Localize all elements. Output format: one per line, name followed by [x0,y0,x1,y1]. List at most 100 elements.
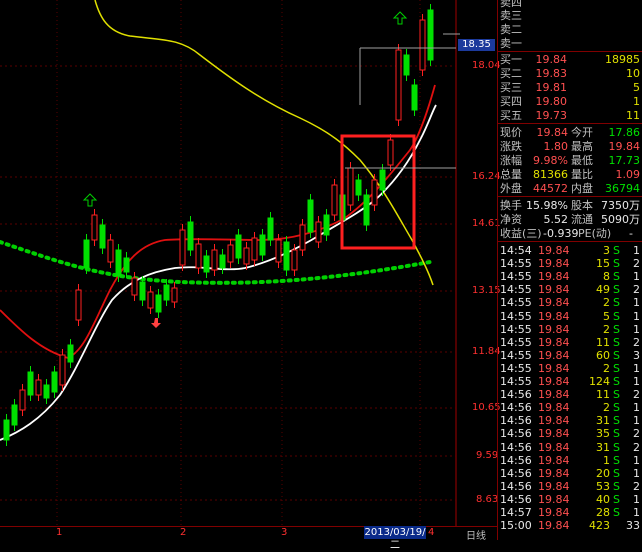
tick-cell-v: 40 [596,492,610,506]
tick-cell-t: 14:57 [500,506,532,519]
tick-cell-p: 19.84 [538,283,570,297]
tick-row[interactable]: 14:55 19.84 11 S 2 [498,336,642,349]
tick-row[interactable]: 14:55 19.84 2 S 1 [498,362,642,375]
candle-body [179,229,186,266]
date-highlight: 2013/03/19/二 [364,526,426,551]
tick-cell-v: 3 [603,244,610,257]
tick-row[interactable]: 14:56 19.84 1 S 1 [498,454,642,467]
candle-body [187,221,194,251]
tick-cell-d: S [613,401,620,415]
red-ma-line [0,84,436,359]
tick-row[interactable]: 14:55 19.84 8 S 1 [498,270,642,283]
tick-row[interactable]: 14:55 19.84 2 S 1 [498,323,642,336]
tick-cell-p: 19.84 [538,506,570,519]
candle-body [131,277,138,296]
candle-body [211,249,218,271]
tick-row[interactable]: 14:55 19.84 49 S 2 [498,283,642,296]
tick-cell-p: 19.84 [538,414,570,428]
tick-cell-t: 14:55 [500,257,532,271]
tick-cell-v: 31 [596,414,610,428]
candle-body [83,239,90,269]
tick-cell-n: 1 [633,375,640,388]
tick-cell-p: 19.84 [538,375,570,388]
tick-row[interactable]: 14:56 19.84 2 S 1 [498,401,642,414]
tick-cell-v: 5 [603,309,610,323]
kline-chart[interactable]: 18.04 16.24 14.61 13.15 11.84 10.65 9.59… [0,0,501,551]
tick-cell-t: 14:56 [500,427,532,441]
tick-cell-t: 14:55 [500,283,532,297]
candle-body [139,281,146,301]
candle-body [227,244,234,263]
buy-level-1[interactable]: 买一 19.84 18985 [498,53,642,66]
tick-row[interactable]: 14:56 19.84 31 S 1 [498,414,642,427]
tick-cell-v: 2 [603,296,610,310]
tick-row[interactable]: 14:56 19.84 35 S 2 [498,427,642,440]
candle-body [147,291,154,309]
tick-row[interactable]: 14:55 19.84 15 S 2 [498,257,642,270]
tick-row[interactable]: 14:55 19.84 5 S 1 [498,310,642,323]
tick-cell-v: 28 [596,506,610,519]
tick-cell-d: S [613,479,620,493]
tick-row[interactable]: 14:55 19.84 60 S 3 [498,349,642,362]
candle-body [123,257,130,273]
tick-cell-p: 19.84 [538,519,570,533]
tick-cell-v: 11 [596,335,610,349]
candle-body [19,389,26,411]
tick-cell-n: 1 [633,453,640,467]
quote-row-pct: 涨幅 9.98% 最低 17.73 [500,154,640,167]
tick-cell-v: 423 [589,519,610,533]
quote-row-price: 现价 19.84 今开 17.86 [500,126,640,139]
tick-cell-v: 1 [603,453,610,467]
tick-cell-v: 20 [596,466,610,480]
candle-body [419,19,426,71]
tick-row[interactable]: 14:56 19.84 40 S 1 [498,493,642,506]
buy-level-2[interactable]: 买二 19.83 10 [498,67,642,80]
tick-row[interactable]: 14:55 19.84 2 S 1 [498,296,642,309]
tick-cell-p: 19.84 [538,427,570,441]
candle-body [307,199,314,233]
sell-level-3[interactable]: 卖三 [498,9,642,22]
buy-level-5[interactable]: 买五 19.73 11 [498,109,642,122]
buy-level-4[interactable]: 买四 19.80 1 [498,95,642,108]
tick-cell-d: S [613,335,620,349]
tick-cell-v: 11 [596,388,610,402]
tick-row[interactable]: 14:56 19.84 11 S 2 [498,388,642,401]
tick-row[interactable]: 15:00 19.84 423 33 [498,519,642,532]
sell-level-4[interactable]: 卖四 [498,0,642,9]
candle-body [427,9,434,61]
tick-cell-p: 19.84 [538,257,570,271]
quote-row-turnover: 换手 15.98% 股本 7350万 [500,199,640,212]
candle-body [235,234,242,259]
candle-body [59,354,66,386]
tick-row[interactable]: 14:56 19.84 53 S 2 [498,480,642,493]
tick-row[interactable]: 14:56 19.84 31 S 2 [498,441,642,454]
tick-row[interactable]: 14:54 19.84 3 S 1 [498,244,642,257]
tick-cell-n: 1 [633,244,640,257]
tick-cell-n: 1 [633,414,640,428]
tick-cell-n: 1 [633,270,640,284]
tick-cell-n: 3 [633,348,640,362]
tick-row[interactable]: 14:57 19.84 28 S 1 [498,506,642,519]
tick-row[interactable]: 14:55 19.84 124 S 1 [498,375,642,388]
sell-level-2[interactable]: 卖二 [498,23,642,36]
tick-row[interactable]: 14:56 19.84 20 S 1 [498,467,642,480]
tick-cell-n: 2 [633,335,640,349]
candle-body [259,234,266,256]
tick-cell-d: S [613,492,620,506]
divider [498,241,642,242]
tick-cell-p: 19.84 [538,401,570,415]
tick-cell-t: 14:56 [500,440,532,454]
tick-cell-d: S [613,244,620,257]
candle-body [283,241,290,271]
tick-cell-t: 14:55 [500,322,532,336]
date-tick: 3 [281,527,288,538]
tick-cell-t: 14:55 [500,335,532,349]
kline-svg[interactable] [0,0,497,540]
quote-row-outer-inner: 外盘 44572 内盘 36794 [500,182,640,195]
candle-body [363,194,370,226]
tick-cell-t: 14:55 [500,270,532,284]
buy-level-3[interactable]: 买三 19.81 5 [498,81,642,94]
tick-cell-n: 1 [633,296,640,310]
tick-cell-v: 2 [603,401,610,415]
sell-level-1[interactable]: 卖一 [498,37,642,50]
